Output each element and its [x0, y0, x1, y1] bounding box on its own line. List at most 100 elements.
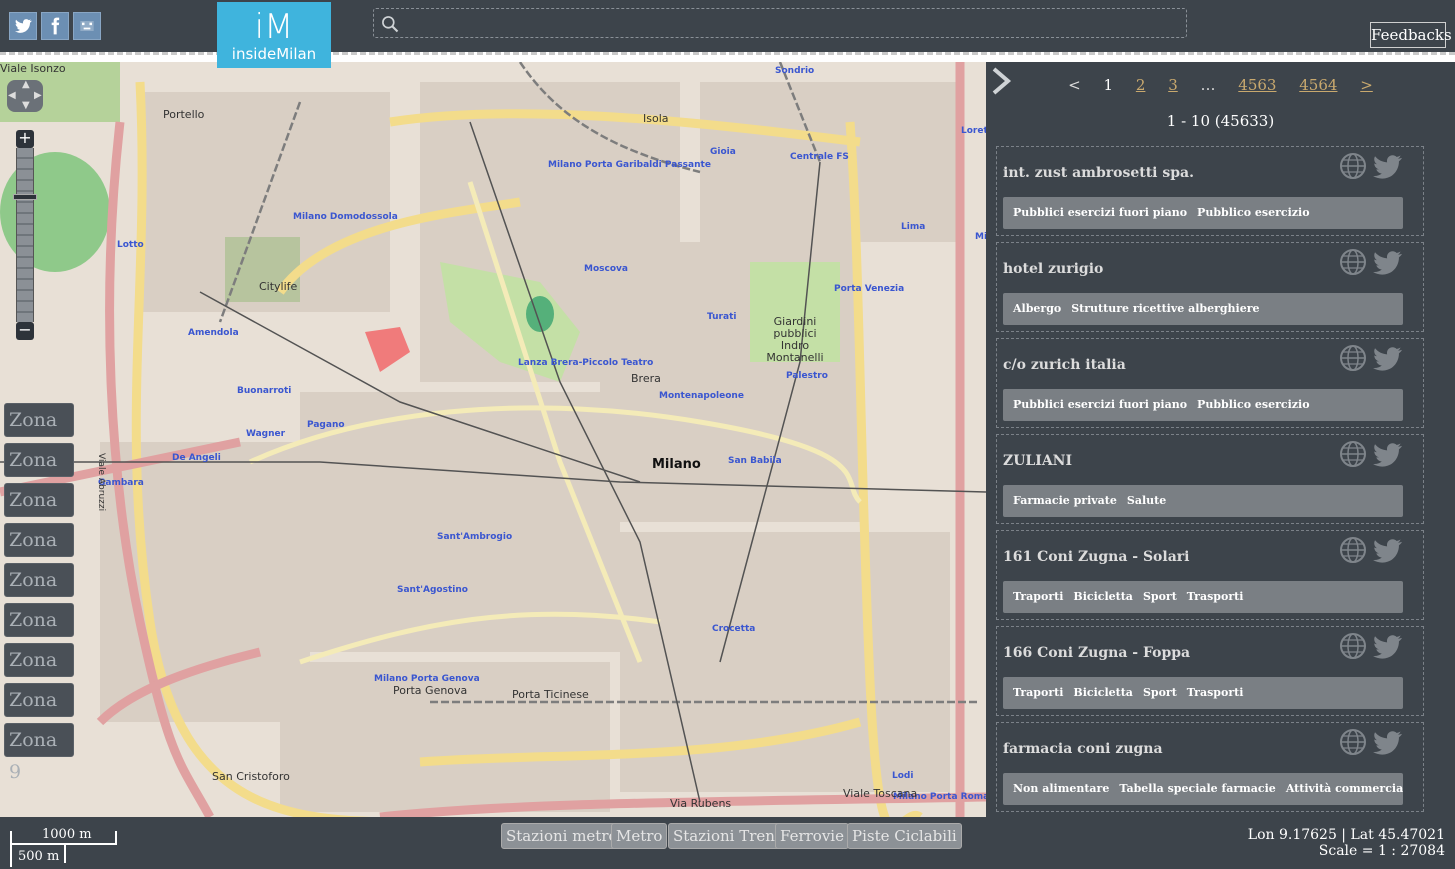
result-range: 1 - 10 (45633)	[1166, 112, 1275, 130]
zone-button-5[interactable]: Zona 5	[4, 563, 74, 623]
twitter-share-icon[interactable]	[1371, 634, 1403, 660]
layer-stazioni-treni-button[interactable]: Stazioni Treni	[668, 823, 785, 849]
result-tag: Farmacie private	[1013, 494, 1117, 507]
result-card[interactable]: c/o zurich italia Pubblici esercizi fuor…	[996, 338, 1424, 428]
map-label: Loreto	[961, 126, 986, 136]
pager-page-4563[interactable]: 4563	[1238, 76, 1276, 94]
map-label: San Cristoforo	[212, 770, 290, 783]
zone-button-8[interactable]: Zona 8	[4, 683, 74, 743]
pager-page-4564[interactable]: 4564	[1299, 76, 1337, 94]
pager-prev[interactable]: <	[1068, 76, 1081, 94]
zoom-in-button[interactable]: +	[16, 130, 34, 148]
result-tag: Pubblici esercizi fuori piano	[1013, 398, 1188, 411]
pan-down-icon[interactable]: ▼	[22, 100, 30, 111]
search-input[interactable]	[374, 9, 1186, 37]
layer-ferrovie-button[interactable]: Ferrovie	[775, 823, 849, 849]
globe-icon[interactable]	[1339, 632, 1367, 660]
result-card[interactable]: 166 Coni Zugna - Foppa Traporti Biciclett…	[996, 626, 1424, 716]
map-label: Milano Porta Garibaldi Passante	[548, 160, 711, 170]
zoom-out-button[interactable]: −	[16, 322, 34, 340]
result-title[interactable]: int. zust ambrosetti spa.	[1003, 165, 1194, 181]
result-card[interactable]: hotel zurigio Albergo Strutture ricettive…	[996, 242, 1424, 332]
twitter-share-icon[interactable]	[1371, 730, 1403, 756]
map-label: San Babila	[728, 456, 782, 466]
twitter-share-icon[interactable]	[1371, 346, 1403, 372]
result-tag: Trasporti	[1186, 590, 1244, 603]
twitter-share-icon[interactable]	[1371, 442, 1403, 468]
result-tags: Pubblici esercizi fuori piano Pubblico es…	[1003, 389, 1403, 421]
map-label: Amendola	[188, 328, 239, 338]
result-tags: Traporti Bicicletta Sport Trasporti	[1003, 581, 1403, 613]
map-pan-control[interactable]: ▲ ◀ ▶ ▼	[7, 79, 43, 112]
pan-up-icon[interactable]: ▲	[22, 79, 30, 90]
pager-ellipsis: …	[1200, 76, 1216, 94]
result-title[interactable]: 161 Coni Zugna - Solari	[1003, 549, 1189, 565]
result-card[interactable]: 161 Coni Zugna - Solari Traporti Biciclet…	[996, 530, 1424, 620]
layer-piste-ciclabili-button[interactable]: Piste Ciclabili	[847, 823, 962, 849]
result-title[interactable]: 166 Coni Zugna - Foppa	[1003, 645, 1190, 661]
logo-monogram: iM	[254, 7, 294, 47]
pager-page-1[interactable]: 1	[1104, 76, 1114, 94]
scale-bar: 1000 m 500 m	[10, 827, 120, 867]
zone-button-6[interactable]: Zona 6	[4, 603, 74, 663]
zone-button-2[interactable]: Zona 2	[4, 443, 74, 503]
map-label: Moscova	[584, 264, 628, 274]
result-tags: Albergo Strutture ricettive alberghiere	[1003, 293, 1403, 325]
pan-left-icon[interactable]: ◀	[8, 90, 16, 101]
globe-icon[interactable]	[1339, 536, 1367, 564]
insidemilan-logo[interactable]: iM insideMilan	[217, 2, 331, 68]
pan-right-icon[interactable]: ▶	[34, 90, 42, 101]
zone-button-4[interactable]: Zona 4	[4, 523, 74, 583]
map-label: Viale Toscana	[843, 787, 918, 800]
zone-button-9[interactable]: Zona 9	[4, 723, 74, 783]
github-icon[interactable]	[73, 12, 101, 40]
result-title[interactable]: c/o zurich italia	[1003, 357, 1126, 373]
twitter-share-icon[interactable]	[1371, 250, 1403, 276]
globe-icon[interactable]	[1339, 728, 1367, 756]
result-title[interactable]: farmacia coni zugna	[1003, 741, 1163, 757]
result-card[interactable]: int. zust ambrosetti spa. Pubblici eserc…	[996, 146, 1424, 236]
layer-stazioni-metro-button[interactable]: Stazioni metro	[501, 823, 623, 849]
result-tag: Non alimentare	[1013, 782, 1110, 795]
map-tiles[interactable]	[0, 62, 986, 817]
pager-next[interactable]: >	[1360, 76, 1373, 94]
result-tag: Albergo	[1013, 302, 1062, 315]
map-viewport[interactable]: Portello Isola Sondrio Gioia Milano Porta Ga…	[0, 62, 986, 817]
zone-button-3[interactable]: Zona 3	[4, 483, 74, 543]
map-label: Milano	[652, 457, 701, 472]
result-tag: Traporti	[1013, 590, 1064, 603]
result-card[interactable]: farmacia coni zugna Non alimentare Tabell…	[996, 722, 1424, 812]
twitter-share-icon[interactable]	[1371, 154, 1403, 180]
map-label: Isola	[643, 112, 669, 125]
globe-icon[interactable]	[1339, 248, 1367, 276]
globe-icon[interactable]	[1339, 344, 1367, 372]
map-label: Turati	[707, 312, 737, 322]
layer-metro-button[interactable]: Metro	[611, 823, 668, 849]
results-panel: < 1 2 3 … 4563 4564 > 1 - 10 (45633) int…	[986, 62, 1455, 812]
map-label: Lodi	[892, 771, 914, 781]
result-tag: Sport	[1142, 686, 1177, 699]
twitter-icon[interactable]	[9, 12, 37, 40]
result-tags: Pubblici esercizi fuori piano Pubblico es…	[1003, 197, 1403, 229]
zoom-slider-handle[interactable]	[13, 194, 37, 200]
map-label: Crocetta	[712, 624, 756, 634]
result-card[interactable]: ZULIANI Farmacie private Salute	[996, 434, 1424, 524]
zoom-bar[interactable]	[16, 148, 34, 322]
result-tag: Trasporti	[1186, 686, 1244, 699]
zone-button-7[interactable]: Zona 7	[4, 643, 74, 703]
search-box[interactable]	[373, 8, 1187, 38]
map-label: Porta Genova	[393, 684, 468, 697]
facebook-icon[interactable]	[41, 12, 69, 40]
result-tag: Bicicletta	[1073, 686, 1133, 699]
pager-page-2[interactable]: 2	[1136, 76, 1146, 94]
map-label: Lotto	[117, 240, 144, 250]
footer-bar: 1000 m 500 m Stazioni metro Metro Stazio…	[0, 817, 1455, 869]
twitter-share-icon[interactable]	[1371, 538, 1403, 564]
pager-page-3[interactable]: 3	[1168, 76, 1178, 94]
globe-icon[interactable]	[1339, 440, 1367, 468]
result-title[interactable]: hotel zurigio	[1003, 261, 1103, 277]
zone-button-1[interactable]: Zona 1	[4, 403, 74, 463]
globe-icon[interactable]	[1339, 152, 1367, 180]
feedbacks-button[interactable]: Feedbacks	[1370, 22, 1452, 48]
result-title[interactable]: ZULIANI	[1003, 453, 1072, 469]
